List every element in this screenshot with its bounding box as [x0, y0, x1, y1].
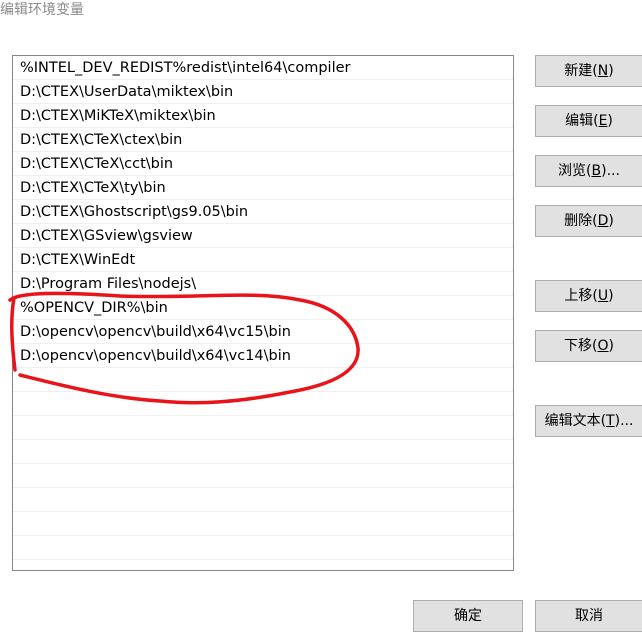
empty-row[interactable]	[13, 392, 513, 416]
path-entry[interactable]: D:\CTEX\CTeX\cct\bin	[13, 152, 513, 176]
empty-row[interactable]	[13, 368, 513, 392]
path-entry[interactable]: %INTEL_DEV_REDIST%redist\intel64\compile…	[13, 56, 513, 80]
edit-text-button-label: 编辑文本(	[544, 413, 607, 429]
new-button-label-end: )	[608, 63, 614, 79]
edit-button-label-end: )	[607, 113, 613, 129]
browse-button-label-end: )...	[601, 163, 620, 179]
path-entry[interactable]: D:\opencv\opencv\build\x64\vc14\bin	[13, 344, 513, 368]
path-entry[interactable]: %OPENCV_DIR%\bin	[13, 296, 513, 320]
path-entry[interactable]: D:\Program Files\nodejs\	[13, 272, 513, 296]
path-entry[interactable]: D:\CTEX\Ghostscript\gs9.05\bin	[13, 200, 513, 224]
empty-row[interactable]	[13, 416, 513, 440]
new-button-label: 新建(	[564, 63, 598, 79]
edit-text-button[interactable]: 编辑文本(T)...	[535, 405, 642, 437]
path-entry[interactable]: D:\CTEX\WinEdt	[13, 248, 513, 272]
edit-button-label: 编辑(	[565, 113, 599, 129]
browse-button[interactable]: 浏览(B)...	[535, 155, 642, 187]
empty-row[interactable]	[13, 464, 513, 488]
delete-button-label: 删除(	[564, 213, 598, 229]
window-title: 编辑环境变量	[0, 2, 84, 18]
ok-button[interactable]: 确定	[413, 600, 523, 632]
cancel-button-label: 取消	[575, 608, 603, 624]
empty-row[interactable]	[13, 512, 513, 536]
move-up-button-accesskey: U	[597, 288, 609, 304]
path-list[interactable]: %INTEL_DEV_REDIST%redist\intel64\compile…	[12, 55, 514, 571]
empty-row[interactable]	[13, 536, 513, 560]
browse-button-accesskey: B	[591, 163, 602, 179]
empty-row[interactable]	[13, 488, 513, 512]
path-entry[interactable]: D:\CTEX\UserData\miktex\bin	[13, 80, 513, 104]
move-down-button-label: 下移(	[564, 338, 598, 354]
move-up-button-label: 上移(	[564, 288, 598, 304]
path-entry[interactable]: D:\CTEX\CTeX\ctex\bin	[13, 128, 513, 152]
move-up-button[interactable]: 上移(U)	[535, 280, 642, 312]
new-button[interactable]: 新建(N)	[535, 55, 642, 87]
move-down-button-accesskey: O	[597, 338, 609, 354]
path-entry[interactable]: D:\CTEX\CTeX\ty\bin	[13, 176, 513, 200]
path-entry[interactable]: D:\opencv\opencv\build\x64\vc15\bin	[13, 320, 513, 344]
empty-row[interactable]	[13, 440, 513, 464]
path-entry[interactable]: D:\CTEX\MiKTeX\miktex\bin	[13, 104, 513, 128]
ok-button-label: 确定	[454, 608, 482, 624]
move-down-button-label-end: )	[608, 338, 614, 354]
browse-button-label: 浏览(	[558, 163, 592, 179]
new-button-accesskey: N	[597, 63, 609, 79]
cancel-button[interactable]: 取消	[535, 600, 642, 632]
delete-button-label-end: )	[608, 213, 614, 229]
edit-text-button-accesskey: T	[606, 413, 615, 429]
delete-button-accesskey: D	[597, 213, 609, 229]
path-entry[interactable]: D:\CTEX\GSview\gsview	[13, 224, 513, 248]
move-up-button-label-end: )	[608, 288, 614, 304]
move-down-button[interactable]: 下移(O)	[535, 330, 642, 362]
delete-button[interactable]: 删除(D)	[535, 205, 642, 237]
edit-button[interactable]: 编辑(E)	[535, 105, 642, 137]
edit-text-button-label-end: )...	[614, 413, 634, 429]
